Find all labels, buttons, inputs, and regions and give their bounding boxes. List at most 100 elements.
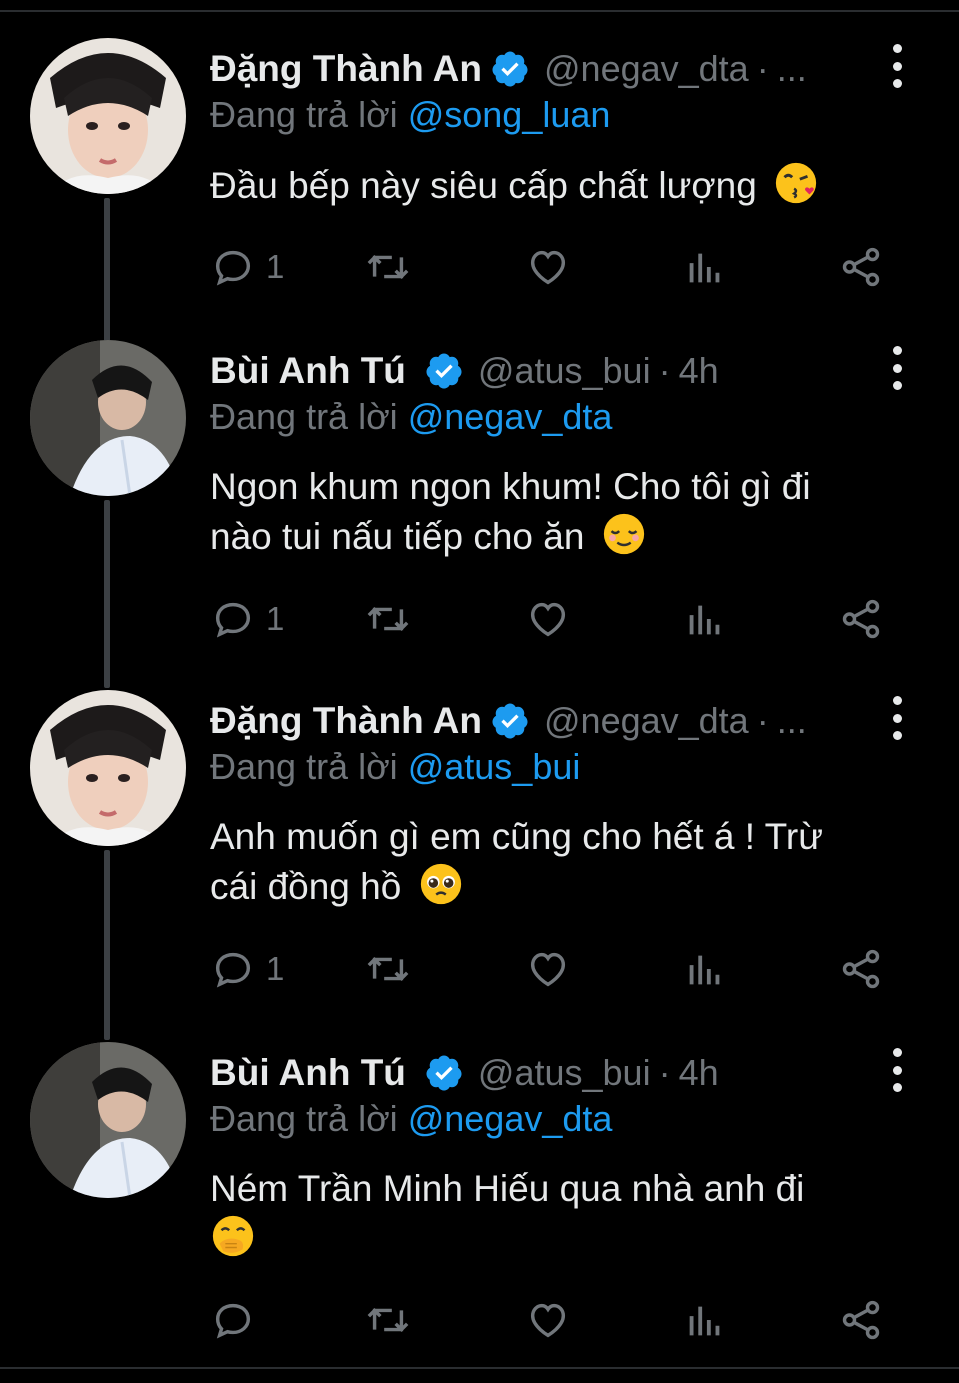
display-name[interactable]: Bùi Anh Tú (210, 1052, 406, 1094)
retweet-icon (367, 1307, 409, 1333)
user-handle[interactable]: @atus_bui (478, 350, 651, 392)
display-name[interactable]: Bùi Anh Tú (210, 350, 406, 392)
tweet-actions (210, 1296, 890, 1344)
tweet-text-line: Ngon khum ngon khum! Cho tôi gì đi (210, 466, 811, 507)
retweet-button[interactable] (365, 945, 411, 993)
share-button[interactable] (838, 243, 884, 291)
mention-link[interactable]: @song_luan (408, 94, 611, 135)
tweet-text: Anh muốn gì em cũng cho hết á ! Trừ cái … (210, 812, 899, 911)
separator-dot: · (756, 48, 769, 89)
share-icon (842, 949, 880, 989)
tweet-text: Ném Trần Minh Hiếu qua nhà anh đi (210, 1164, 899, 1263)
retweet-button[interactable] (365, 1296, 411, 1344)
avatar[interactable] (30, 340, 186, 496)
user-handle[interactable]: @atus_bui (478, 1052, 651, 1094)
share-icon (842, 247, 880, 287)
share-button[interactable] (838, 1296, 884, 1344)
reply-count: 1 (266, 950, 285, 987)
share-icon (842, 1300, 880, 1340)
tweet[interactable]: Đặng Thành An @negav_dta · ... Đang trả … (0, 38, 959, 374)
more-options-icon[interactable] (885, 346, 909, 390)
tweet-header: Bùi Anh Tú @atus_bui · 4h (210, 345, 869, 397)
avatar[interactable] (30, 690, 186, 846)
replying-to-label: Đang trả lời (210, 94, 398, 135)
reply-icon (215, 1303, 251, 1339)
mention-link[interactable]: @negav_dta (408, 1098, 613, 1139)
replying-to-label: Đang trả lời (210, 746, 398, 787)
mention-link[interactable]: @atus_bui (408, 746, 581, 787)
separator-dot: · (658, 1052, 671, 1093)
tweet-text-line: Đầu bếp này siêu cấp chất lượng (210, 165, 757, 206)
user-handle[interactable]: @negav_dta (544, 48, 749, 90)
replying-to-label: Đang trả lời (210, 396, 398, 437)
relieved-face-icon (603, 513, 644, 555)
share-icon (842, 599, 880, 639)
like-icon (530, 602, 566, 637)
timestamp[interactable]: 4h (679, 1052, 719, 1094)
reply-button[interactable]: 1 (210, 243, 284, 291)
mention-link[interactable]: @negav_dta (408, 396, 613, 437)
separator-dot: · (658, 350, 671, 391)
share-button[interactable] (838, 595, 884, 643)
replying-to: Đang trả lời @song_luan (210, 94, 610, 136)
more-options-icon[interactable] (885, 1048, 909, 1092)
tweet-header: Đặng Thành An @negav_dta · ... (210, 695, 869, 747)
like-button[interactable] (525, 595, 571, 643)
user-handle[interactable]: @negav_dta (544, 700, 749, 742)
display-name[interactable]: Đặng Thành An (210, 700, 482, 742)
reply-icon (215, 602, 251, 638)
like-icon (530, 1303, 566, 1338)
reply-icon (215, 250, 251, 286)
analytics-button[interactable] (682, 1296, 728, 1344)
like-button[interactable] (525, 945, 571, 993)
share-button[interactable] (838, 945, 884, 993)
thread-line (104, 500, 110, 688)
tweet-text-line: nào tui nấu tiếp cho ăn (210, 516, 585, 557)
like-icon (530, 952, 566, 987)
tweet[interactable]: Bùi Anh Tú @atus_bui · 4h Đang trả lời @… (0, 1042, 959, 1362)
face-with-hand-over-mouth-icon (212, 1215, 254, 1257)
more-options-icon[interactable] (885, 44, 909, 88)
verified-badge-icon (492, 51, 528, 87)
kissing-heart-face-icon (775, 162, 817, 204)
replying-to: Đang trả lời @negav_dta (210, 396, 612, 438)
display-name[interactable]: Đặng Thành An (210, 48, 482, 90)
reply-button[interactable]: 1 (210, 945, 284, 993)
reply-count: 1 (266, 248, 285, 285)
timestamp[interactable]: 4h (679, 350, 719, 392)
reply-button[interactable] (210, 1296, 266, 1344)
retweet-icon (367, 956, 409, 982)
verified-badge-icon (426, 1055, 462, 1091)
tweet-text: Ngon khum ngon khum! Cho tôi gì đi nào t… (210, 462, 899, 561)
replying-to: Đang trả lời @atus_bui (210, 746, 580, 788)
like-button[interactable] (525, 243, 571, 291)
like-button[interactable] (525, 1296, 571, 1344)
separator-dot: · (756, 700, 769, 741)
retweet-button[interactable] (365, 243, 411, 291)
tweet-text-line: cái đồng hồ (210, 866, 402, 907)
top-divider (0, 10, 959, 12)
avatar[interactable] (30, 1042, 186, 1198)
analytics-icon (689, 605, 720, 635)
tweet[interactable]: Đặng Thành An @negav_dta · ... Đang trả … (0, 690, 959, 1040)
avatar[interactable] (30, 38, 186, 194)
replying-to-label: Đang trả lời (210, 1098, 398, 1139)
analytics-button[interactable] (682, 243, 728, 291)
retweet-button[interactable] (365, 595, 411, 643)
retweet-icon (367, 254, 409, 280)
verified-badge-icon (492, 703, 528, 739)
tweet-actions: 1 (210, 243, 890, 291)
tweet-text-line: Anh muốn gì em cũng cho hết á ! Trừ (210, 816, 823, 857)
bottom-divider (0, 1367, 959, 1369)
analytics-button[interactable] (682, 945, 728, 993)
tweet-actions: 1 (210, 595, 890, 643)
timestamp[interactable]: ... (777, 700, 807, 742)
verified-badge-icon (426, 353, 462, 389)
reply-count: 1 (266, 600, 285, 637)
analytics-button[interactable] (682, 595, 728, 643)
thread-line (104, 850, 110, 1040)
more-options-icon[interactable] (885, 696, 909, 740)
tweet[interactable]: Bùi Anh Tú @atus_bui · 4h Đang trả lời @… (0, 340, 959, 690)
timestamp[interactable]: ... (777, 48, 807, 90)
reply-button[interactable]: 1 (210, 595, 284, 643)
